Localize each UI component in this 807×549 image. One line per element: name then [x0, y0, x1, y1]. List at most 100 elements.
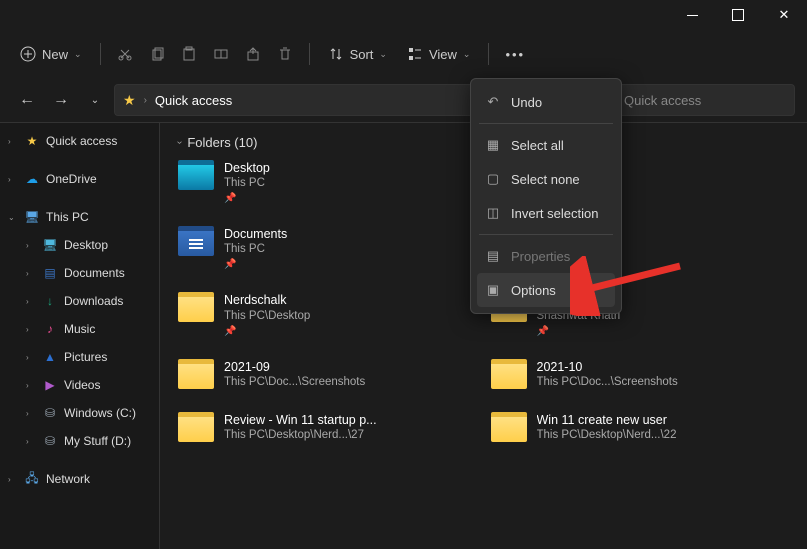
pin-icon: 📌	[537, 326, 621, 337]
forward-button[interactable]: →	[46, 85, 76, 115]
folder-name: Documents	[224, 226, 287, 242]
folder-location: This PC\Desktop\Nerd...\22	[537, 428, 677, 443]
caret-icon: ›	[26, 297, 36, 306]
sidebar-item-documents[interactable]: ›▤Documents	[0, 259, 159, 287]
sidebar-item-network[interactable]: ›🖧Network	[0, 465, 159, 493]
menu-item-select-all[interactable]: ▦ Select all	[477, 128, 615, 162]
pin-icon: 📌	[224, 193, 270, 204]
pin-icon: 📌	[224, 326, 310, 337]
folder-location: This PC\Doc...\Screenshots	[537, 375, 678, 390]
menu-item-label: Undo	[511, 95, 542, 110]
more-button[interactable]: •••	[499, 41, 531, 68]
caret-icon: ›	[26, 409, 36, 418]
doc-icon: ▤	[42, 265, 58, 281]
paste-button[interactable]	[175, 40, 203, 68]
folder-item[interactable]: Win 11 create new userThis PC\Desktop\Ne…	[491, 412, 790, 443]
close-button[interactable]	[761, 0, 807, 30]
sidebar-item-windows-c-[interactable]: › ⛁ Windows (C:)	[0, 399, 159, 427]
folder-name: Win 11 create new user	[537, 412, 677, 428]
star-icon: ★	[24, 133, 40, 149]
sidebar-item-label: Quick access	[46, 134, 151, 148]
recent-button[interactable]: ⌄	[80, 85, 110, 115]
dl-icon: ↓	[42, 293, 58, 309]
copy-button[interactable]	[143, 40, 171, 68]
maximize-button[interactable]	[715, 0, 761, 30]
sidebar-item-pictures[interactable]: ›▲Pictures	[0, 343, 159, 371]
menu-item-label: Select all	[511, 138, 564, 153]
sidebar-item-desktop[interactable]: ›🖥Desktop	[0, 231, 159, 259]
sort-label: Sort	[350, 47, 374, 62]
sidebar-item-onedrive[interactable]: › ☁ OneDrive	[0, 165, 159, 193]
selnone-icon: ▢	[485, 171, 501, 187]
folder-location: This PC	[224, 242, 287, 257]
drive-icon: ⛁	[42, 433, 58, 449]
sort-button[interactable]: Sort ⌄	[320, 40, 395, 68]
sidebar-item-label: Downloads	[64, 294, 151, 308]
folder-item[interactable]: NerdschalkThis PC\Desktop📌	[178, 292, 477, 336]
folder-item[interactable]: Review - Win 11 startup p...This PC\Desk…	[178, 412, 477, 443]
folder-item[interactable]: DesktopThis PC📌	[178, 160, 477, 204]
delete-button[interactable]	[271, 40, 299, 68]
chevron-down-icon: ›	[174, 141, 185, 144]
menu-item-label: Select none	[511, 172, 580, 187]
divider	[488, 43, 489, 65]
sidebar-item-downloads[interactable]: › ↓ Downloads	[0, 287, 159, 315]
new-button[interactable]: New ⌄	[12, 40, 90, 68]
folder-icon	[178, 226, 214, 256]
divider	[309, 43, 310, 65]
caret-icon: ›	[26, 269, 36, 278]
invert-icon: ◫	[485, 205, 501, 221]
menu-item-invert-selection[interactable]: ◫Invert selection	[477, 196, 615, 230]
rename-button[interactable]	[207, 40, 235, 68]
sidebar-item-music[interactable]: ›♪Music	[0, 315, 159, 343]
search-placeholder: Quick access	[624, 93, 701, 108]
back-button[interactable]: ←	[12, 85, 42, 115]
menu-item-label: Options	[511, 283, 556, 298]
desk-icon: 🖥	[42, 237, 58, 253]
caret-icon: ›	[26, 437, 36, 446]
options-icon: ▣	[485, 282, 501, 298]
folder-icon	[178, 160, 214, 190]
breadcrumb: Quick access	[155, 93, 232, 108]
sidebar-item-quick-access[interactable]: ›★Quick access	[0, 127, 159, 155]
folder-item[interactable]: DocumentsThis PC📌	[178, 226, 477, 270]
sidebar-item-label: Videos	[64, 378, 151, 392]
undo-icon: ↶	[485, 94, 501, 110]
sidebar-item-label: This PC	[46, 210, 151, 224]
view-button[interactable]: View ⌄	[399, 40, 479, 68]
address-bar[interactable]: ★ › Quick access	[114, 84, 474, 116]
vid-icon: ▶	[42, 377, 58, 393]
folder-icon	[491, 412, 527, 442]
caret-icon: ›	[26, 325, 36, 334]
star-icon: ★	[123, 92, 136, 109]
folder-item[interactable]: 2021-09This PC\Doc...\Screenshots	[178, 359, 477, 390]
sidebar-item-videos[interactable]: › ▶ Videos	[0, 371, 159, 399]
menu-item-select-none[interactable]: ▢ Select none	[477, 162, 615, 196]
sidebar-item-label: Windows (C:)	[64, 406, 151, 420]
caret-icon: ⌄	[8, 213, 18, 222]
cut-button[interactable]	[111, 40, 139, 68]
folder-name: 2021-10	[537, 359, 678, 375]
cloud-icon: ☁	[24, 171, 40, 187]
breadcrumb-separator: ›	[144, 95, 147, 106]
group-label: Folders (10)	[187, 135, 257, 150]
sidebar-item-my-stuff-d-[interactable]: ›⛁My Stuff (D:)	[0, 427, 159, 455]
menu-item-undo[interactable]: ↶ Undo	[477, 85, 615, 119]
sidebar-item-this-pc[interactable]: ⌄🖥This PC	[0, 203, 159, 231]
drive-icon: ⛁	[42, 405, 58, 421]
minimize-button[interactable]	[669, 0, 715, 30]
folder-location: This PC	[224, 176, 270, 191]
search-input[interactable]: Quick access	[615, 84, 795, 116]
selall-icon: ▦	[485, 137, 501, 153]
divider	[100, 43, 101, 65]
sidebar-item-label: Desktop	[64, 238, 151, 252]
folder-item[interactable]: 2021-10This PC\Doc...\Screenshots	[491, 359, 790, 390]
caret-icon: ›	[26, 381, 36, 390]
folder-name: Nerdschalk	[224, 292, 310, 308]
navigation-row: ← → ⌄ ★ › Quick access Quick access	[0, 78, 807, 122]
sidebar-item-label: Pictures	[64, 350, 151, 364]
chevron-down-icon: ⌄	[463, 49, 471, 60]
share-button[interactable]	[239, 40, 267, 68]
sidebar-item-label: OneDrive	[46, 172, 151, 186]
caret-icon: ›	[8, 175, 18, 184]
